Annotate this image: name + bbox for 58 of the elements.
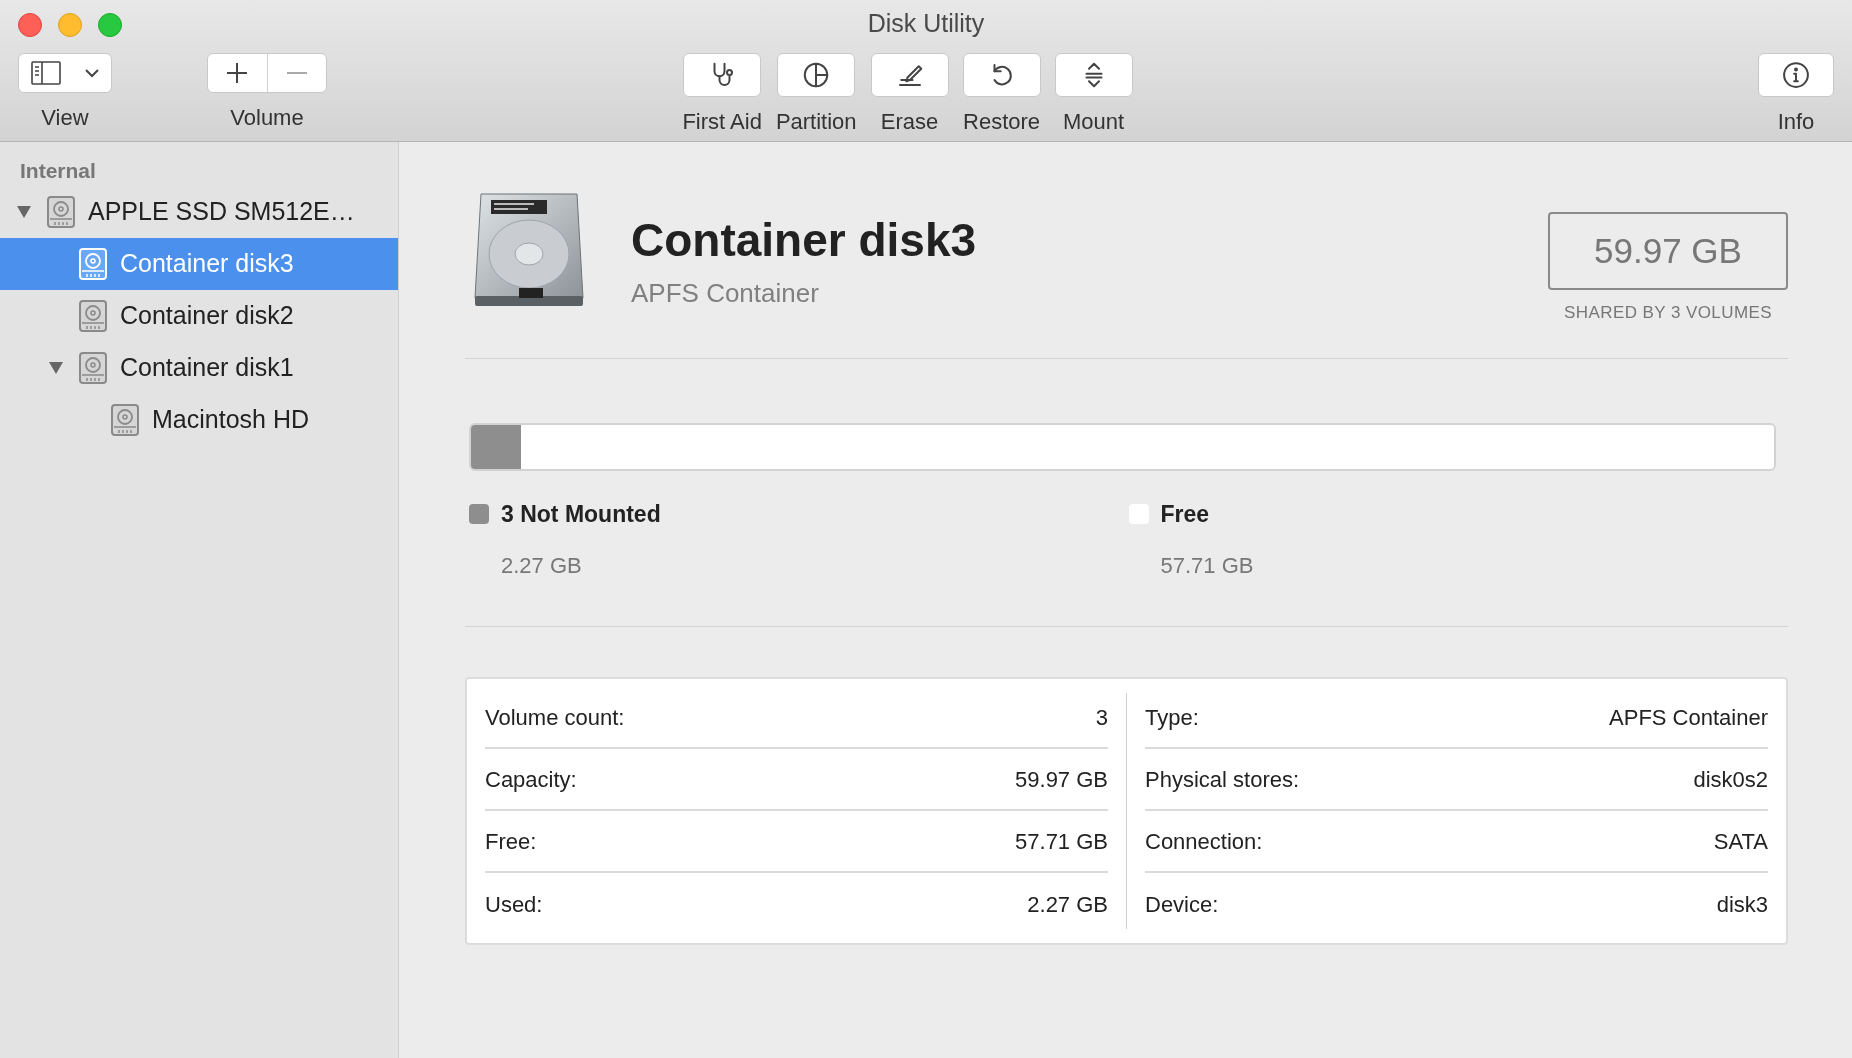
- detail-label: Physical stores:: [1145, 765, 1300, 794]
- sidebar-item[interactable]: Macintosh HD: [0, 394, 398, 446]
- sidebar-item[interactable]: Container disk1: [0, 342, 398, 394]
- detail-value: 59.97 GB: [1015, 765, 1108, 794]
- capacity-box: 59.97 GB: [1548, 212, 1788, 290]
- toolbar-label: Restore: [963, 108, 1041, 136]
- detail-label: Type:: [1145, 703, 1199, 732]
- detail-value: 57.71 GB: [1015, 827, 1108, 856]
- toolbar-label: View: [41, 104, 89, 132]
- detail-value: disk0s2: [1693, 765, 1768, 794]
- close-button[interactable]: [18, 13, 42, 37]
- container-title: Container disk3: [631, 213, 977, 268]
- toolbar-button[interactable]: [962, 53, 1041, 97]
- drive-icon: [78, 351, 108, 385]
- detail-label: Used:: [485, 890, 543, 919]
- sidebar-item[interactable]: APPLE SSD SM512E…: [0, 186, 398, 238]
- legend-label: 3 Not Mounted: [501, 499, 661, 529]
- plus-icon: [226, 62, 249, 84]
- toolbar-label: Mount: [1063, 108, 1125, 136]
- detail-label: Connection:: [1145, 827, 1263, 856]
- chevron-down-icon: [85, 68, 99, 78]
- toolbar-label: Info: [1777, 108, 1815, 136]
- detail-label: Volume count:: [485, 703, 625, 732]
- toolbar-label: First Aid: [682, 108, 762, 136]
- minus-icon: [285, 71, 308, 75]
- drive-icon: [110, 403, 140, 437]
- legend-label: Free: [1160, 499, 1210, 529]
- detail-value: SATA: [1713, 827, 1768, 856]
- detail-value: 3: [1095, 703, 1108, 732]
- sidebar-item[interactable]: Container disk2: [0, 290, 398, 342]
- detail-label: Free:: [485, 827, 537, 856]
- detail-label: Capacity:: [485, 765, 577, 794]
- window-title: Disk Utility: [867, 8, 985, 40]
- disclosure-triangle-icon[interactable]: [48, 361, 64, 375]
- container-subtitle: APFS Container: [631, 276, 820, 310]
- toolbar-label: Partition: [775, 108, 857, 136]
- toolbar-button[interactable]: [683, 53, 762, 97]
- detail-value: 2.27 GB: [1027, 890, 1108, 919]
- legend-size: 2.27 GB: [500, 552, 583, 580]
- drive-icon: [78, 247, 108, 281]
- view-menu-button[interactable]: [18, 53, 112, 93]
- toolbar-button[interactable]: [1054, 53, 1133, 97]
- sidebar-section-title: Internal: [20, 158, 96, 185]
- disclosure-triangle-icon[interactable]: [16, 205, 32, 219]
- detail-value: disk3: [1716, 890, 1768, 919]
- sidebar-icon: [31, 61, 61, 85]
- drive-icon: [78, 299, 108, 333]
- toolbar-button[interactable]: [870, 53, 949, 97]
- toolbar-label: Erase: [880, 108, 939, 136]
- toolbar-button[interactable]: [777, 53, 856, 97]
- drive-icon: [46, 195, 76, 229]
- legend-size: 57.71 GB: [1159, 552, 1255, 580]
- toolbar-label: Volume: [230, 104, 304, 132]
- detail-label: Device:: [1145, 890, 1219, 919]
- detail-value: APFS Container: [1609, 703, 1768, 732]
- capacity-note: SHARED BY 3 VOLUMES: [1563, 302, 1773, 324]
- info-button[interactable]: [1758, 53, 1834, 97]
- info-icon: [1781, 60, 1811, 90]
